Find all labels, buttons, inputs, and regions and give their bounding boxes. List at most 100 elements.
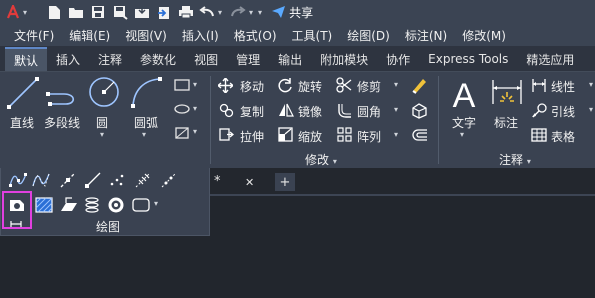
tab-manage[interactable]: 管理 [227, 47, 269, 71]
donut-icon[interactable] [108, 197, 124, 213]
copy-label[interactable]: 复制 [240, 103, 264, 120]
erase-icon[interactable] [410, 76, 428, 94]
line-label[interactable]: 直线 [10, 114, 34, 131]
leader-icon[interactable] [531, 103, 547, 118]
arc-icon[interactable] [130, 76, 162, 108]
menu-format[interactable]: 格式(O) [234, 27, 277, 44]
annotation-panel-title-text[interactable]: 注释 [499, 153, 523, 167]
tab-parametric[interactable]: 参数化 [131, 47, 185, 71]
helix-icon[interactable] [85, 197, 99, 213]
text-icon[interactable]: A [449, 78, 479, 110]
offset-icon[interactable] [411, 128, 428, 142]
rotate-icon[interactable] [278, 78, 293, 93]
construction-line-icon[interactable] [60, 172, 76, 188]
stretch-icon[interactable] [219, 127, 234, 142]
revision-cloud-icon[interactable] [132, 198, 150, 212]
linear-caret-icon[interactable]: ▾ [589, 80, 593, 89]
tab-express-tools[interactable]: Express Tools [419, 47, 517, 71]
circle-label[interactable]: 圆 [96, 114, 108, 131]
linear-label[interactable]: 线性 [551, 78, 575, 95]
spline-cv-icon[interactable] [32, 172, 50, 188]
redo-caret-icon[interactable]: ▾ [249, 8, 253, 17]
divide-icon[interactable] [135, 172, 151, 188]
gradient-icon[interactable] [60, 197, 78, 213]
save-icon[interactable] [87, 0, 109, 24]
stretch-label[interactable]: 拉伸 [240, 128, 264, 145]
circle-icon[interactable] [88, 76, 120, 108]
menu-insert[interactable]: 插入(I) [182, 27, 219, 44]
hatch-icon[interactable] [174, 103, 190, 115]
print-icon[interactable] [175, 0, 197, 24]
revision-cloud-caret-icon[interactable]: ▾ [154, 199, 158, 208]
table-label[interactable]: 表格 [551, 128, 575, 145]
text-caret-icon[interactable]: ▾ [460, 130, 464, 139]
cloud-open-icon[interactable] [131, 0, 153, 24]
leader-caret-icon[interactable]: ▾ [589, 105, 593, 114]
text-label[interactable]: 文字 [452, 114, 476, 131]
fillet-icon[interactable] [337, 103, 352, 118]
new-tab-button[interactable]: + [275, 173, 295, 191]
rectangle-icon[interactable] [174, 79, 190, 91]
copy-icon[interactable] [219, 103, 234, 118]
cloud-save-icon[interactable] [153, 0, 175, 24]
explode-icon[interactable] [411, 102, 428, 119]
leader-label[interactable]: 引线 [551, 103, 575, 120]
array-caret-icon[interactable]: ▾ [394, 130, 398, 139]
fillet-label[interactable]: 圆角 [357, 103, 381, 120]
modify-panel-title-text[interactable]: 修改 [305, 153, 329, 167]
circle-caret-icon[interactable]: ▾ [100, 130, 104, 139]
hatch-fill-icon[interactable] [35, 197, 53, 213]
dimension-icon[interactable] [490, 78, 524, 110]
customize-caret-icon[interactable]: ▾ [258, 8, 262, 17]
multiple-points-icon[interactable] [109, 172, 125, 188]
undo-caret-icon[interactable]: ▾ [218, 8, 222, 17]
menu-dimension[interactable]: 标注(N) [405, 27, 447, 44]
trim-icon[interactable] [336, 77, 352, 93]
line-icon[interactable] [6, 76, 40, 110]
tab-view[interactable]: 视图 [185, 47, 227, 71]
annotation-panel-title[interactable]: 注释 ▾ [499, 151, 531, 168]
move-icon[interactable] [218, 78, 233, 93]
share-label[interactable]: 共享 [289, 4, 313, 21]
menu-view[interactable]: 视图(V) [125, 27, 167, 44]
move-label[interactable]: 移动 [240, 78, 264, 95]
app-menu-caret-icon[interactable]: ▾ [23, 8, 27, 17]
draw-panel-title[interactable]: 绘图 [96, 218, 120, 235]
fillet-caret-icon[interactable]: ▾ [394, 105, 398, 114]
menu-modify[interactable]: 修改(M) [462, 27, 506, 44]
ray-icon[interactable] [85, 172, 101, 188]
menu-draw[interactable]: 绘图(D) [347, 27, 390, 44]
menu-file[interactable]: 文件(F) [14, 27, 54, 44]
boundary-icon[interactable] [174, 126, 190, 140]
arc-caret-icon[interactable]: ▾ [142, 130, 146, 139]
mirror-icon[interactable] [278, 102, 294, 118]
open-icon[interactable] [65, 0, 87, 24]
scale-label[interactable]: 缩放 [298, 128, 322, 145]
polyline-icon[interactable] [46, 80, 80, 108]
tab-collaborate[interactable]: 协作 [377, 47, 419, 71]
redo-icon[interactable] [228, 0, 248, 24]
ellipse-caret-icon[interactable]: ▾ [193, 104, 197, 113]
measure-icon[interactable] [161, 172, 177, 188]
modify-panel-title[interactable]: 修改 ▾ [305, 151, 337, 168]
mirror-label[interactable]: 镜像 [298, 103, 322, 120]
linear-icon[interactable] [531, 78, 547, 93]
rectangle-caret-icon[interactable]: ▾ [193, 80, 197, 89]
close-tab-icon[interactable]: ✕ [245, 176, 254, 189]
rotate-label[interactable]: 旋转 [298, 78, 322, 95]
table-icon[interactable] [531, 128, 547, 142]
array-icon[interactable] [337, 127, 352, 142]
spline-fit-icon[interactable] [9, 172, 27, 188]
autocad-logo-icon[interactable] [4, 0, 22, 24]
share-icon[interactable] [270, 0, 286, 24]
tab-annotate[interactable]: 注释 [89, 47, 131, 71]
trim-label[interactable]: 修剪 [357, 78, 381, 95]
tab-addins[interactable]: 附加模块 [311, 47, 377, 71]
menu-tools[interactable]: 工具(T) [292, 27, 333, 44]
dimension-label[interactable]: 标注 [494, 114, 518, 131]
polyline-label[interactable]: 多段线 [44, 114, 80, 131]
save-as-icon[interactable] [109, 0, 131, 24]
new-icon[interactable] [43, 0, 65, 24]
undo-icon[interactable] [197, 0, 217, 24]
tab-featured-apps[interactable]: 精选应用 [517, 47, 583, 71]
